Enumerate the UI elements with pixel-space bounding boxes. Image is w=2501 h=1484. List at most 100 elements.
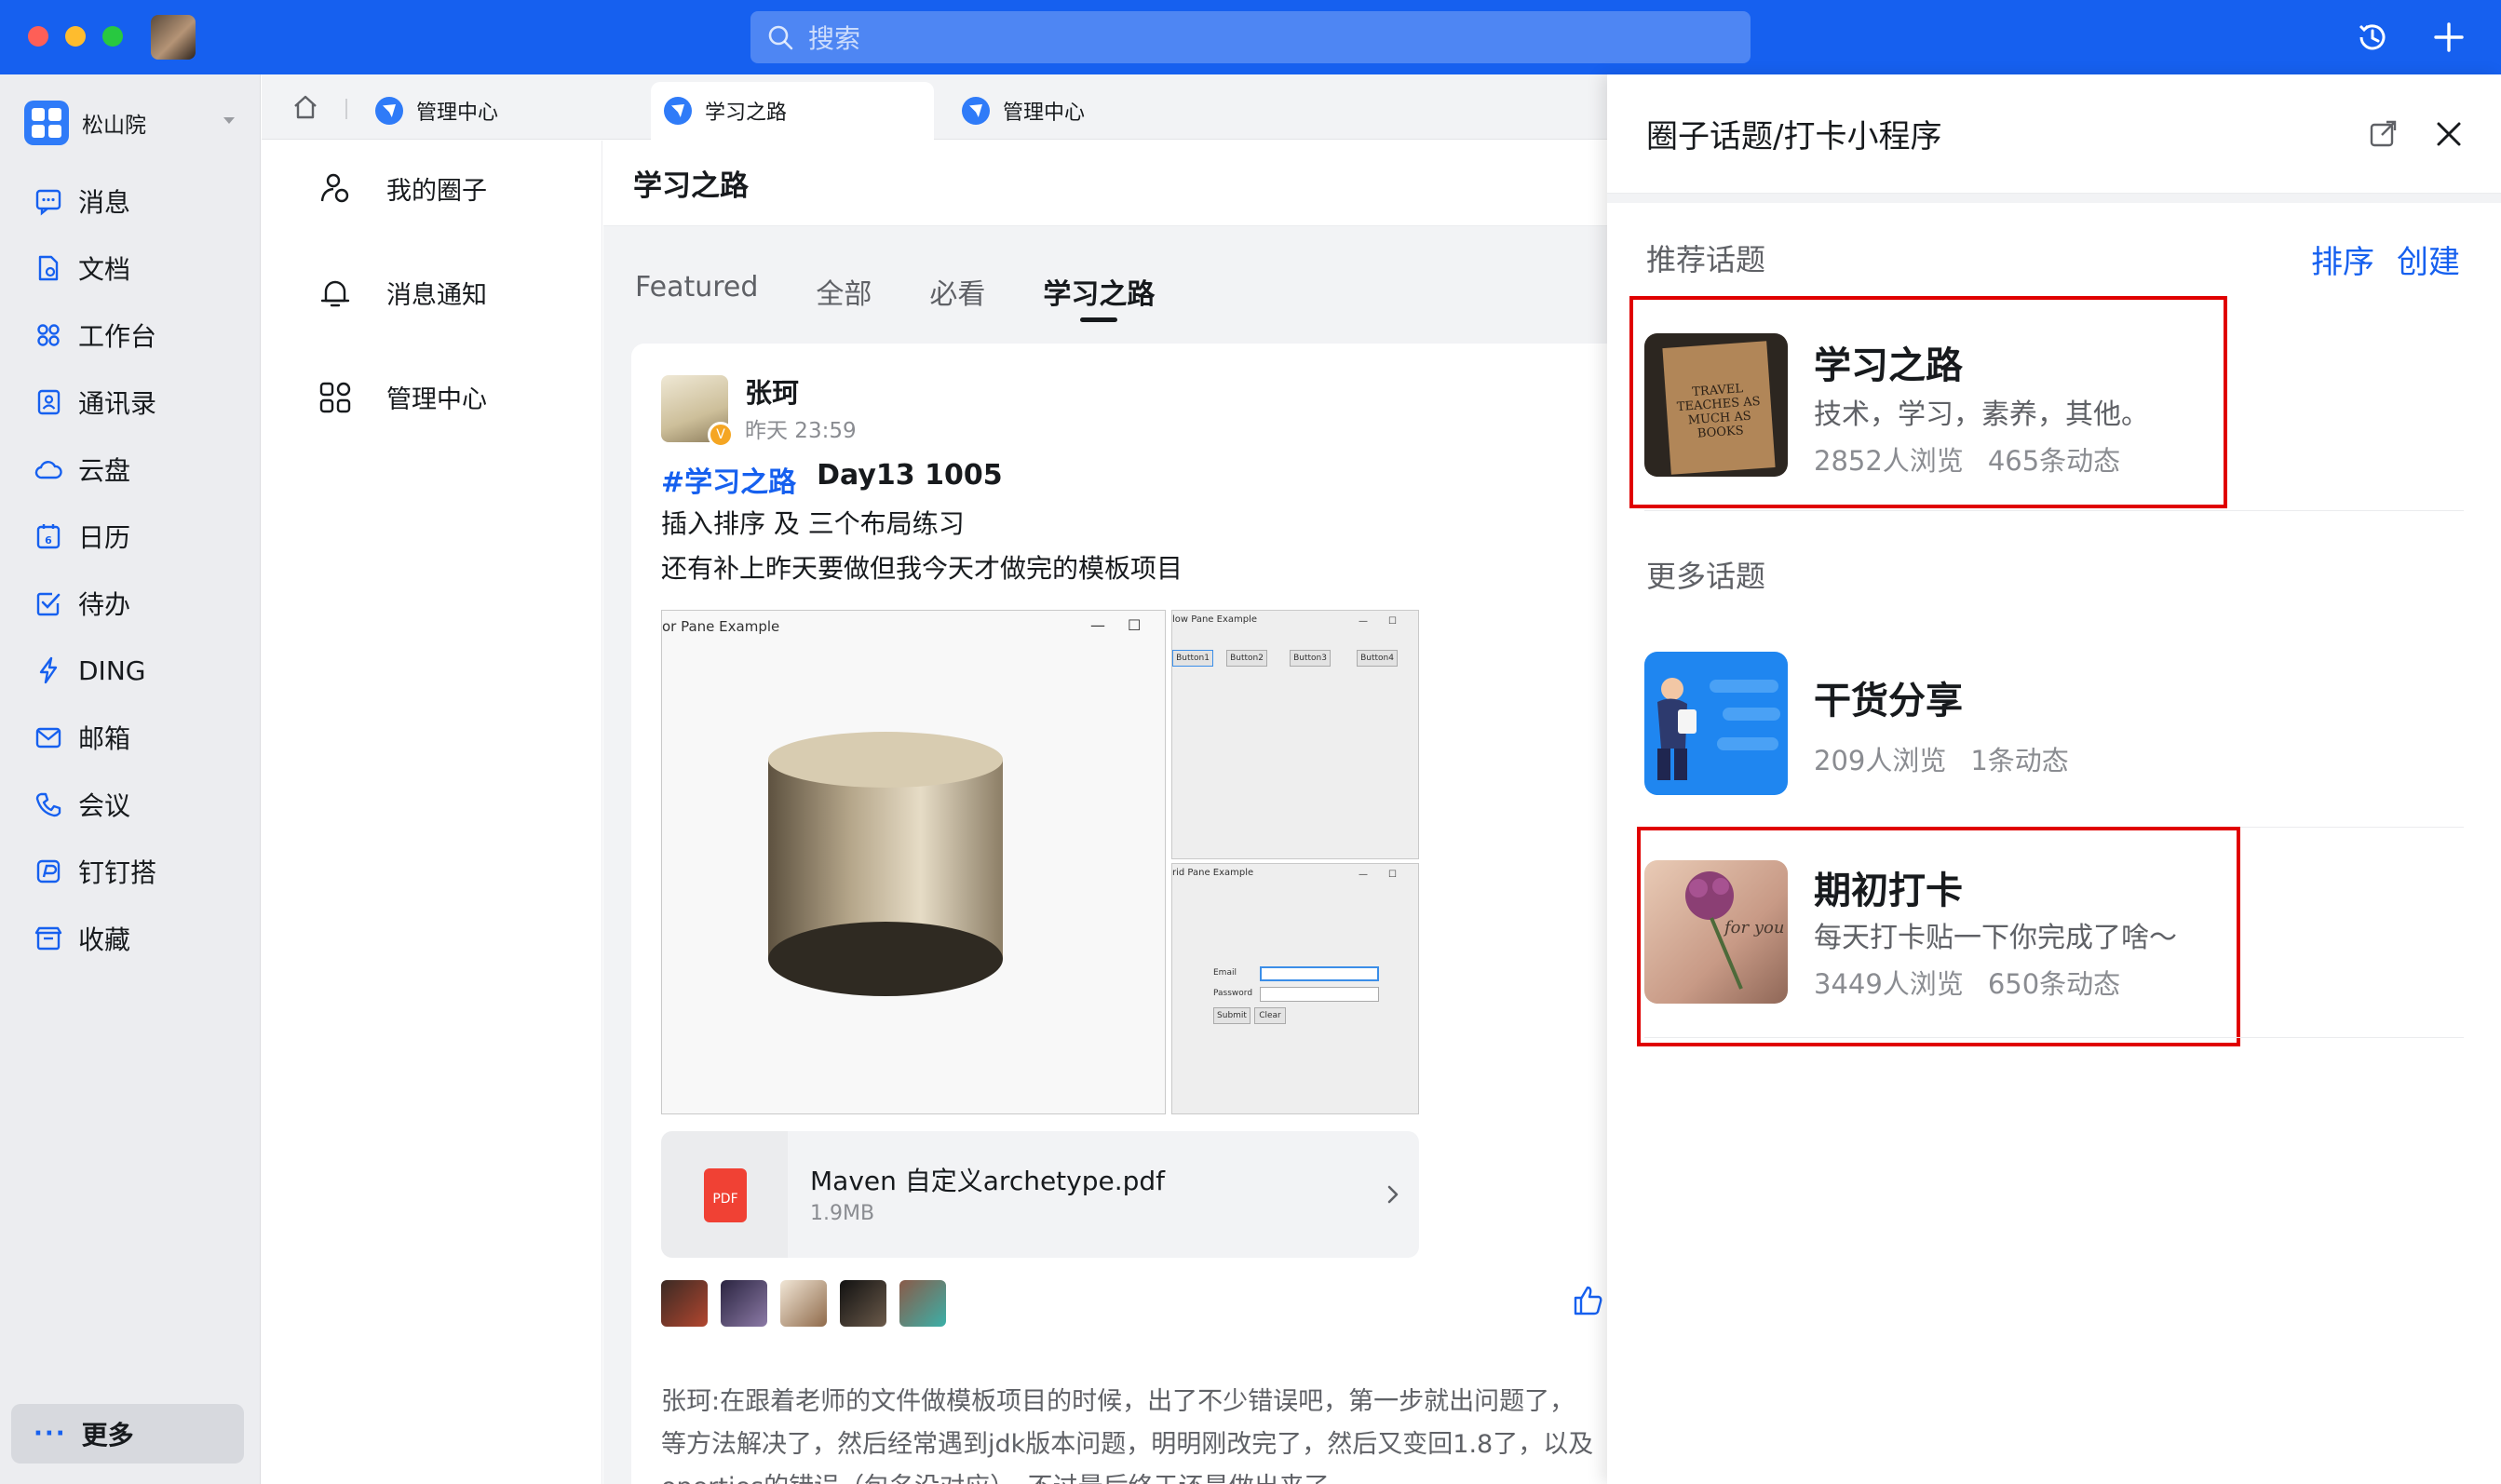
org-switcher[interactable]: 松山院 [24, 101, 146, 145]
comment-text: 张珂:在跟着老师的文件做模板项目的时候，出了不少错误吧，第一步就出问题了， 等方… [661, 1381, 1607, 1484]
thumbs-up-icon[interactable] [1572, 1284, 1605, 1317]
feed-tabs: Featured 全部 必看 学习之路 [635, 271, 1212, 322]
post-body-line: 插入排序 及 三个布局练习 [661, 508, 965, 539]
sidebar-item-label: 收藏 [78, 924, 131, 955]
subnav-my-circles[interactable]: 我的圈子 [318, 170, 487, 207]
app-logo-icon [375, 97, 403, 125]
meeting-icon [35, 792, 61, 817]
chat-icon [35, 189, 61, 216]
maximize-icon: ☐ [1388, 870, 1397, 880]
flow-button-2: Button2 [1226, 650, 1267, 667]
tab-separator [345, 99, 347, 119]
subnav-notifications[interactable]: 消息通知 [318, 275, 487, 311]
clear-button: Clear [1254, 1007, 1286, 1024]
tab-featured[interactable]: Featured [635, 271, 758, 312]
subnav-label: 管理中心 [386, 385, 487, 414]
sidebar-item-label: 钉钉搭 [78, 857, 157, 888]
sidebar-item-contacts[interactable]: 通讯录 [0, 369, 261, 436]
create-button[interactable]: 创建 [2397, 236, 2460, 282]
highlight-box [1629, 296, 2227, 508]
pdf-file-icon: PDF [661, 1131, 788, 1258]
sidebar-item-workbench[interactable]: 工作台 [0, 302, 261, 369]
attachment-card[interactable]: PDF Maven 自定义archetype.pdf 1.9MB [661, 1131, 1419, 1258]
people-icon [320, 173, 349, 202]
sort-button[interactable]: 排序 [2311, 236, 2374, 282]
highlight-box [1637, 827, 2240, 1046]
post-title: #学习之路 Day13 1005 [661, 459, 1003, 500]
cloud-icon [34, 461, 62, 479]
zoom-window-button[interactable] [102, 26, 123, 47]
sidebar-item-ding[interactable]: DING [0, 637, 261, 704]
chevron-right-icon [1387, 1185, 1399, 1204]
main-feed: 学习之路 Featured 全部 必看 学习之路 V 张珂 昨天 23:59 #… [603, 141, 1607, 1484]
window-title: or Pane Example [662, 618, 780, 635]
org-name: 松山院 [82, 114, 146, 138]
avatar[interactable] [721, 1280, 767, 1327]
history-icon[interactable] [2354, 19, 2391, 56]
chevron-down-icon[interactable] [223, 117, 235, 124]
close-icon[interactable] [2432, 117, 2466, 151]
topic-divider [1644, 1037, 2464, 1038]
avatar[interactable] [840, 1280, 886, 1327]
password-label: Password [1213, 989, 1253, 998]
minimize-window-button[interactable] [65, 26, 86, 47]
tab-all[interactable]: 全部 [816, 271, 872, 312]
post-author-avatar[interactable]: V [661, 375, 734, 448]
avatar[interactable] [780, 1280, 827, 1327]
builder-icon [36, 859, 61, 884]
topic-thumbnail [1644, 652, 1788, 795]
close-window-button[interactable] [28, 26, 48, 47]
sidebar-item-label: 待办 [78, 589, 131, 620]
search-input[interactable]: 搜索 [750, 11, 1751, 63]
more-button[interactable]: ··· 更多 [11, 1404, 244, 1464]
apps-icon [37, 324, 60, 346]
post-image-cylinder[interactable]: or Pane Example — ☐ [661, 610, 1166, 1114]
plus-icon[interactable] [2430, 19, 2467, 56]
flow-button-3: Button3 [1290, 650, 1331, 667]
search-placeholder: 搜索 [808, 23, 861, 54]
tab-admin-center-2[interactable]: 管理中心 [949, 82, 1226, 140]
minimize-icon: — [1359, 616, 1368, 627]
sidebar-item-meeting[interactable]: 会议 [0, 771, 261, 838]
avatar[interactable] [899, 1280, 946, 1327]
tab-must-read[interactable]: 必看 [929, 271, 985, 312]
grid-icon [319, 382, 351, 412]
sidebar: 松山院 消息 文档 工作台 通讯录 云盘 6 日历 待办 DING 邮箱 会议 … [0, 74, 261, 1484]
tab-admin-center-1[interactable]: 管理中心 [362, 82, 640, 140]
svg-text:6: 6 [45, 534, 52, 546]
sidebar-item-mail[interactable]: 邮箱 [0, 704, 261, 771]
post-image-flow-pane[interactable]: low Pane Example — ☐ Button1 Button2 But… [1171, 610, 1419, 859]
tab-learning-path[interactable]: 学习之路 [651, 82, 934, 140]
sidebar-item-cloud[interactable]: 云盘 [0, 436, 261, 503]
sidebar-item-calendar[interactable]: 6 日历 [0, 503, 261, 570]
recommended-label: 推荐话题 [1646, 242, 1766, 277]
post-author[interactable]: 张珂 [745, 371, 799, 411]
app-logo-icon [664, 97, 692, 125]
sidebar-item-builder[interactable]: 钉钉搭 [0, 838, 261, 905]
sidebar-item-favorites[interactable]: 收藏 [0, 905, 261, 972]
sidebar-item-docs[interactable]: 文档 [0, 235, 261, 302]
post-hashtag[interactable]: #学习之路 [661, 459, 796, 500]
sidebar-item-label: 工作台 [78, 321, 157, 352]
post-image-grid-pane[interactable]: rid Pane Example — ☐ Email Password Subm… [1171, 863, 1419, 1114]
tab-strip: 管理中心 学习之路 管理中心 [262, 74, 1607, 140]
org-logo-icon [24, 101, 69, 145]
open-external-icon[interactable] [2367, 117, 2400, 151]
post-card: V 张珂 昨天 23:59 #学习之路 Day13 1005 插入排序 及 三个… [631, 344, 1607, 1484]
comment-author[interactable]: 张珂: [661, 1387, 720, 1416]
window-title: low Pane Example [1172, 614, 1258, 625]
doc-icon [38, 255, 59, 281]
sidebar-item-messages[interactable]: 消息 [0, 168, 261, 235]
home-icon[interactable] [291, 93, 319, 121]
sidebar-item-todo[interactable]: 待办 [0, 570, 261, 637]
sidebar-item-label: 会议 [78, 790, 131, 821]
topic-share[interactable]: 干货分享 209人浏览 1条动态 [1644, 652, 2501, 801]
email-label: Email [1213, 968, 1237, 978]
sidebar-item-label: 邮箱 [78, 723, 131, 754]
user-avatar[interactable] [151, 15, 196, 60]
subnav-admin-center[interactable]: 管理中心 [318, 379, 487, 415]
avatar[interactable] [661, 1280, 708, 1327]
panel-title: 圈子话题/打卡小程序 [1646, 118, 1942, 155]
file-name: Maven 自定义archetype.pdf [810, 1166, 1166, 1196]
tab-learning-path[interactable]: 学习之路 [1043, 271, 1155, 322]
